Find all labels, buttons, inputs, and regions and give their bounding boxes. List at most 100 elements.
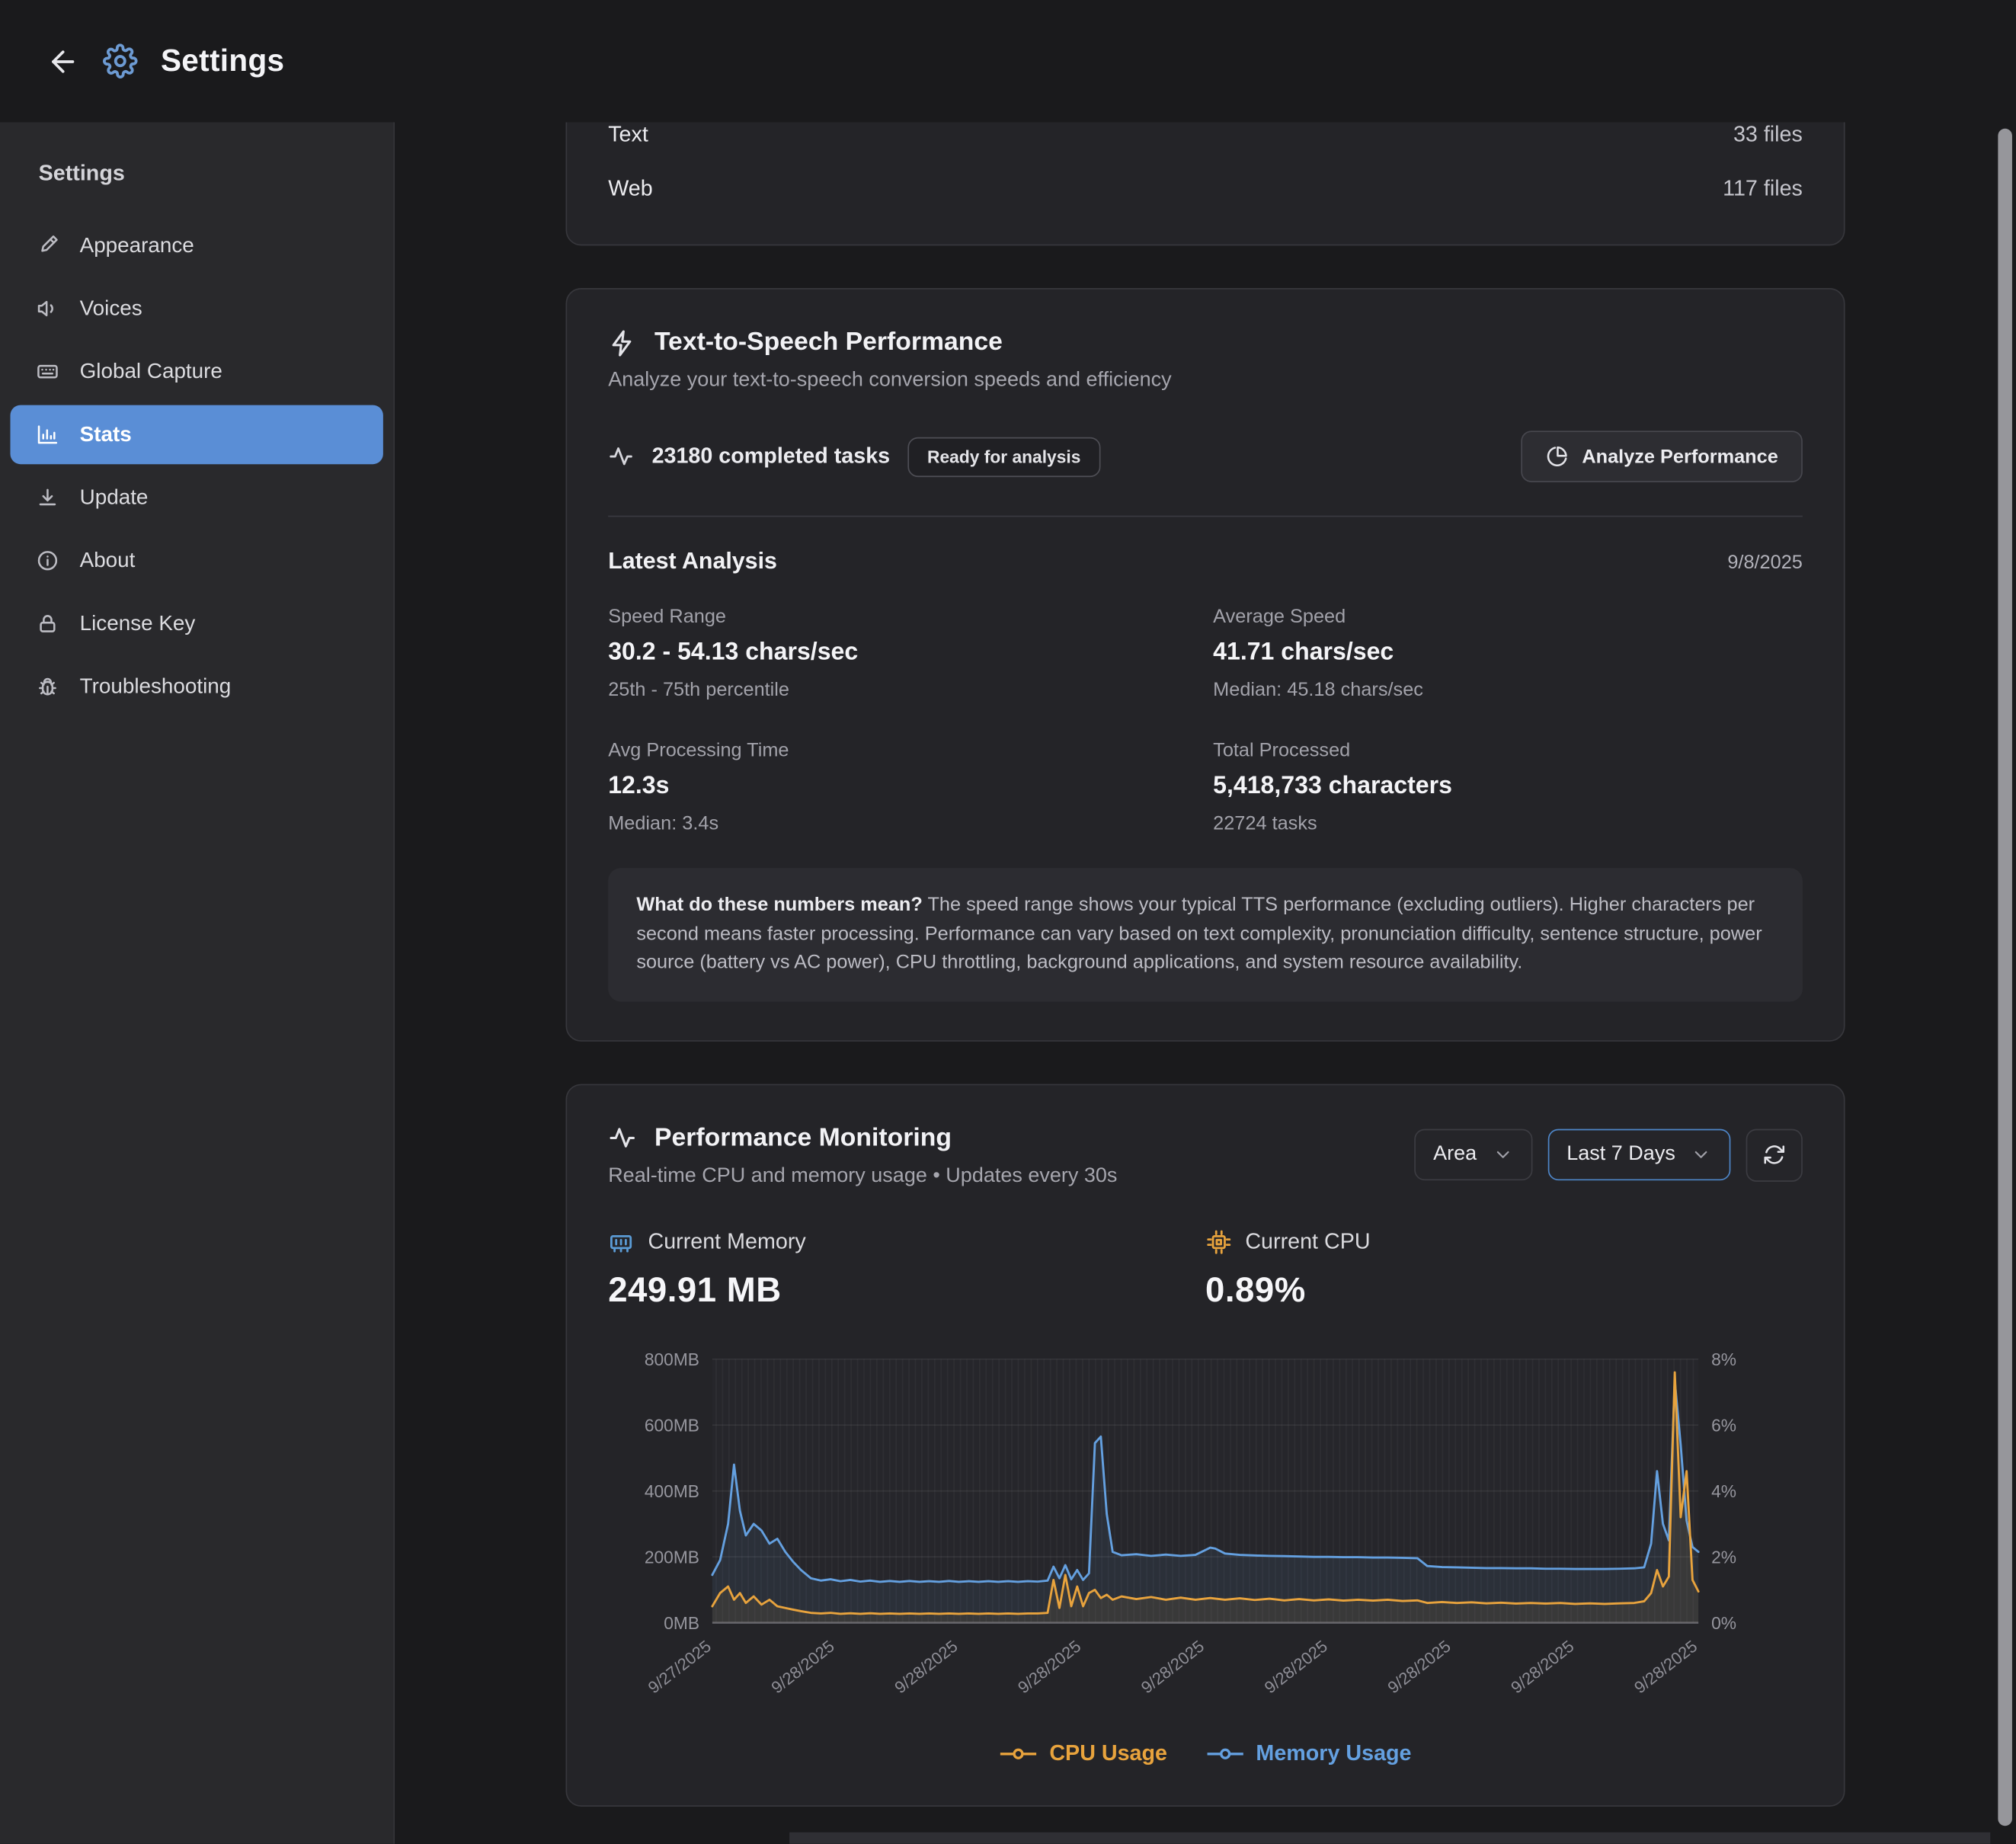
file-type-row: Web117 files	[608, 162, 1803, 216]
tts-card-subtitle: Analyze your text-to-speech conversion s…	[608, 369, 1803, 392]
chart-type-value: Area	[1433, 1143, 1477, 1166]
sidebar-item-label: Stats	[80, 422, 132, 447]
time-range-value: Last 7 Days	[1566, 1143, 1675, 1166]
sidebar-item-about[interactable]: About	[11, 531, 383, 591]
stat-sub: Median: 45.18 chars/sec	[1213, 679, 1803, 701]
svg-text:800MB: 800MB	[645, 1349, 699, 1369]
sidebar-nav: Appearance Voices Global Capture Stats Updat…	[0, 216, 393, 716]
svg-text:4%: 4%	[1711, 1481, 1736, 1500]
current-usage-grid: Current Memory 249.91 MB Current CPU 0.8…	[608, 1228, 1803, 1309]
svg-text:9/28/2025: 9/28/2025	[1630, 1636, 1701, 1697]
analysis-stat-total-processed: Total Processed5,418,733 characters22724…	[1213, 739, 1803, 834]
paintbrush-icon	[36, 234, 59, 257]
refresh-button[interactable]	[1746, 1128, 1803, 1181]
sidebar: Settings Appearance Voices Global Capture S…	[0, 122, 395, 1844]
legend-marker-icon	[1000, 1746, 1038, 1761]
legend-item-cpu-usage[interactable]: CPU Usage	[1000, 1740, 1167, 1766]
pie-chart-icon	[1546, 445, 1569, 468]
chart-legend: CPU Usage Memory Usage	[608, 1740, 1803, 1766]
svg-text:9/28/2025: 9/28/2025	[1014, 1636, 1084, 1697]
current-cpu-cell: Current CPU 0.89%	[1205, 1228, 1803, 1309]
performance-monitoring-card: Performance Monitoring Real-time CPU and…	[566, 1084, 1845, 1806]
chart-type-select[interactable]: Area	[1414, 1129, 1532, 1181]
stat-sub: 25th - 75th percentile	[608, 679, 1198, 701]
scrollbar-thumb[interactable]	[1998, 129, 2012, 1826]
legend-marker-icon	[1206, 1746, 1245, 1761]
tts-card-header: Text-to-Speech Performance	[608, 328, 1803, 357]
analysis-stat-avg-processing-time: Avg Processing Time12.3sMedian: 3.4s	[608, 739, 1198, 834]
monitoring-header: Performance Monitoring Real-time CPU and…	[608, 1123, 1803, 1187]
sidebar-heading: Settings	[0, 122, 393, 212]
current-memory-value: 249.91 MB	[608, 1269, 1205, 1309]
performance-chart: 0MB 0% 200MB 2% 400MB 4% 600MB 6% 800MB 8% 9/27/20…	[608, 1343, 1805, 1732]
svg-text:9/27/2025: 9/27/2025	[645, 1636, 715, 1697]
latest-analysis-header: Latest Analysis 9/8/2025	[608, 548, 1803, 575]
titlebar: Settings	[0, 0, 2016, 122]
sidebar-item-voices[interactable]: Voices	[11, 279, 383, 338]
stat-sub: Median: 3.4s	[608, 813, 1198, 835]
stat-value: 30.2 - 54.13 chars/sec	[608, 639, 1198, 667]
stat-sub: 22724 tasks	[1213, 813, 1803, 835]
legend-item-memory-usage[interactable]: Memory Usage	[1206, 1740, 1412, 1766]
svg-text:400MB: 400MB	[645, 1481, 699, 1500]
info-note: What do these numbers mean? The speed ra…	[608, 868, 1803, 1001]
file-type-count: 33 files	[1733, 122, 1803, 148]
analyze-performance-label: Analyze Performance	[1582, 446, 1778, 468]
svg-text:200MB: 200MB	[645, 1547, 699, 1567]
svg-text:0%: 0%	[1711, 1612, 1736, 1632]
monitoring-title: Performance Monitoring	[654, 1123, 952, 1153]
download-icon	[36, 486, 59, 509]
tts-card-title: Text-to-Speech Performance	[654, 328, 1003, 357]
back-button[interactable]	[46, 44, 80, 78]
horizontal-scrollbar[interactable]	[789, 1833, 1990, 1844]
svg-text:9/28/2025: 9/28/2025	[891, 1636, 961, 1697]
time-range-select[interactable]: Last 7 Days	[1547, 1129, 1730, 1181]
svg-text:600MB: 600MB	[645, 1415, 699, 1435]
svg-text:9/28/2025: 9/28/2025	[1261, 1636, 1331, 1697]
stat-value: 41.71 chars/sec	[1213, 639, 1803, 667]
completed-tasks-text: 23180 completed tasks	[652, 443, 891, 469]
analysis-stat-speed-range: Speed Range30.2 - 54.13 chars/sec25th - …	[608, 606, 1198, 701]
bug-icon	[36, 675, 59, 698]
main-content: Text33 filesWeb117 files Text-to-Speech …	[395, 122, 2016, 1844]
current-cpu-label: Current CPU	[1245, 1228, 1370, 1254]
zap-icon	[608, 328, 636, 357]
tts-performance-card: Text-to-Speech Performance Analyze your …	[566, 288, 1845, 1041]
sidebar-item-global-capture[interactable]: Global Capture	[11, 342, 383, 402]
svg-text:9/28/2025: 9/28/2025	[1507, 1636, 1577, 1697]
sidebar-item-label: License Key	[80, 611, 196, 635]
sidebar-item-troubleshooting[interactable]: Troubleshooting	[11, 657, 383, 716]
svg-text:6%: 6%	[1711, 1415, 1736, 1435]
sidebar-item-update[interactable]: Update	[11, 468, 383, 527]
analyze-performance-button[interactable]: Analyze Performance	[1522, 431, 1803, 482]
stat-value: 12.3s	[608, 773, 1198, 801]
current-memory-label: Current Memory	[648, 1228, 806, 1254]
sidebar-item-label: Voices	[80, 296, 142, 321]
analysis-stat-average-speed: Average Speed41.71 chars/secMedian: 45.1…	[1213, 606, 1803, 701]
stat-label: Total Processed	[1213, 739, 1803, 761]
sidebar-item-stats[interactable]: Stats	[11, 405, 383, 465]
ready-for-analysis-badge: Ready for analysis	[908, 437, 1100, 476]
svg-text:8%: 8%	[1711, 1349, 1736, 1369]
latest-analysis-title: Latest Analysis	[608, 548, 777, 575]
lock-icon	[36, 612, 59, 635]
svg-text:9/28/2025: 9/28/2025	[767, 1636, 837, 1697]
vertical-scrollbar[interactable]	[1998, 129, 2012, 1829]
file-type-row: Text33 files	[608, 122, 1803, 162]
sidebar-item-label: Global Capture	[80, 360, 222, 384]
sidebar-item-label: Update	[80, 485, 149, 510]
sidebar-item-label: Appearance	[80, 233, 194, 258]
chart-area: 0MB 0% 200MB 2% 400MB 4% 600MB 6% 800MB 8% 9/27/20…	[608, 1343, 1803, 1766]
file-types-card: Text33 filesWeb117 files	[566, 122, 1845, 245]
bar-chart-icon	[36, 423, 59, 446]
chevron-down-icon	[1492, 1144, 1512, 1165]
legend-label: Memory Usage	[1256, 1740, 1411, 1766]
tasks-row: 23180 completed tasks Ready for analysis…	[608, 431, 1803, 482]
chevron-down-icon	[1691, 1144, 1711, 1165]
info-icon	[36, 549, 59, 572]
sidebar-item-appearance[interactable]: Appearance	[11, 216, 383, 276]
svg-text:0MB: 0MB	[664, 1612, 699, 1632]
svg-text:2%: 2%	[1711, 1547, 1736, 1567]
sidebar-item-license-key[interactable]: License Key	[11, 594, 383, 654]
svg-text:9/28/2025: 9/28/2025	[1138, 1636, 1208, 1697]
